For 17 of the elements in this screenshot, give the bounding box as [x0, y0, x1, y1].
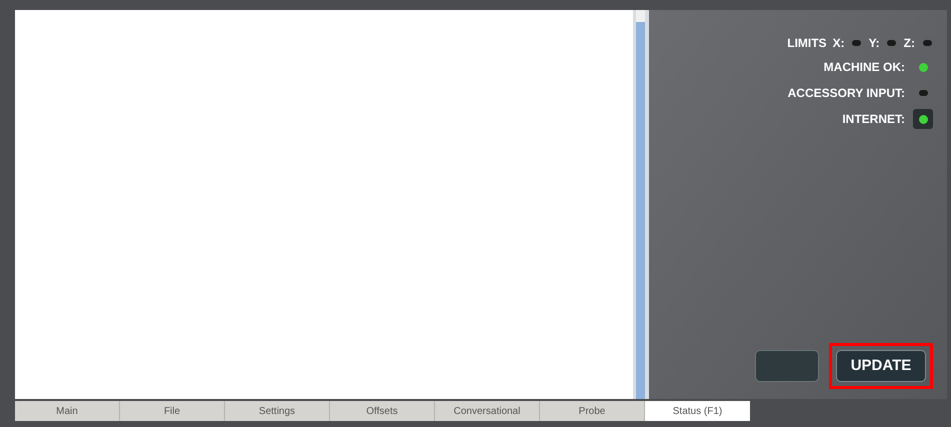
tab[interactable]: Status (F1)	[645, 401, 750, 421]
tab[interactable]: Conversational	[435, 401, 540, 421]
tab[interactable]: Offsets	[330, 401, 435, 421]
update-button[interactable]: UPDATE	[836, 350, 926, 382]
limits-label: LIMITS	[787, 35, 827, 52]
axis-label: Y:	[868, 35, 880, 52]
tab[interactable]: Main	[15, 401, 120, 421]
tab[interactable]: Probe	[540, 401, 645, 421]
blank-button[interactable]	[755, 350, 819, 382]
axis-label: X:	[832, 35, 845, 52]
scrollbar[interactable]	[633, 10, 649, 399]
axis-label: Z:	[904, 35, 915, 52]
tab[interactable]: Settings	[225, 401, 330, 421]
indicator-label: INTERNET:	[842, 111, 905, 128]
tab[interactable]: File	[120, 401, 225, 421]
indicator-label: MACHINE OK:	[824, 59, 905, 76]
indicator-label: ACCESSORY INPUT:	[788, 85, 905, 102]
